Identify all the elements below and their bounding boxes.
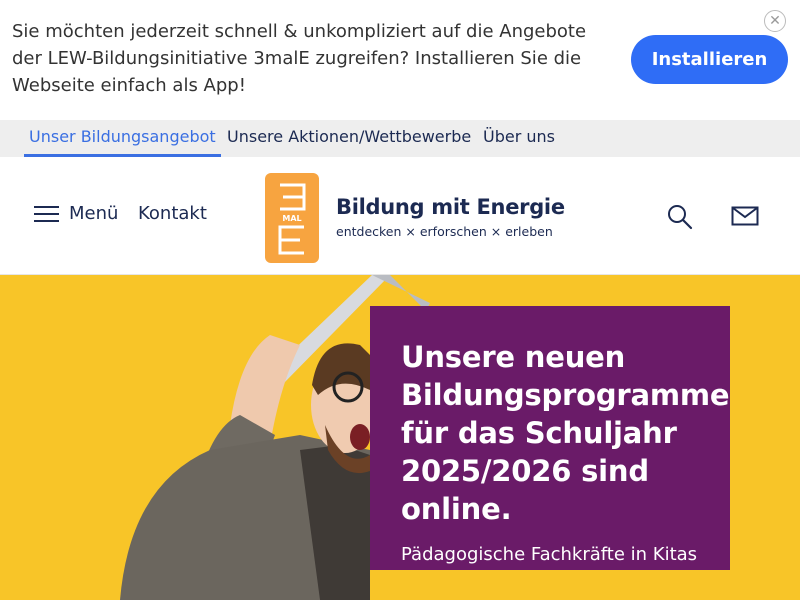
hero-subtext: Pädagogische Fachkräfte in Kitas [401,544,698,565]
top-nav-item-aktionen[interactable]: Unsere Aktionen/Wettbewerbe [222,120,476,157]
hero-heading: Unsere neuen Bildungsprogramme für das S… [401,340,730,526]
install-button[interactable]: Installieren [631,35,788,84]
search-icon[interactable] [666,203,694,231]
hamburger-icon [34,205,59,222]
install-message: Sie möchten jederzeit schnell & unkompli… [12,21,587,96]
install-banner: Sie möchten jederzeit schnell & unkompli… [0,0,800,120]
logo[interactable]: MAL [265,173,319,263]
contact-link[interactable]: Kontakt [138,203,207,224]
site-header: Menü Kontakt MAL Bildung mit Energie ent… [0,157,800,275]
menu-label: Menü [69,203,119,224]
hero-banner: Unsere neuen Bildungsprogramme für das S… [0,275,800,600]
logo-mark-icon: MAL [278,183,306,255]
close-icon[interactable]: ✕ [764,10,786,32]
mail-icon[interactable] [731,206,759,226]
top-nav-item-bildungsangebot[interactable]: Unser Bildungsangebot [24,120,221,157]
brand-subtitle: entdecken × erforschen × erleben [336,224,553,239]
brand-title: Bildung mit Energie [336,195,565,219]
top-nav-item-ueber-uns[interactable]: Über uns [478,120,560,157]
menu-button[interactable]: Menü [34,203,118,224]
logo-mal-text: MAL [282,214,301,223]
top-navigation: Unser Bildungsangebot Unsere Aktionen/We… [0,120,800,157]
hero-card[interactable]: Unsere neuen Bildungsprogramme für das S… [370,306,730,570]
